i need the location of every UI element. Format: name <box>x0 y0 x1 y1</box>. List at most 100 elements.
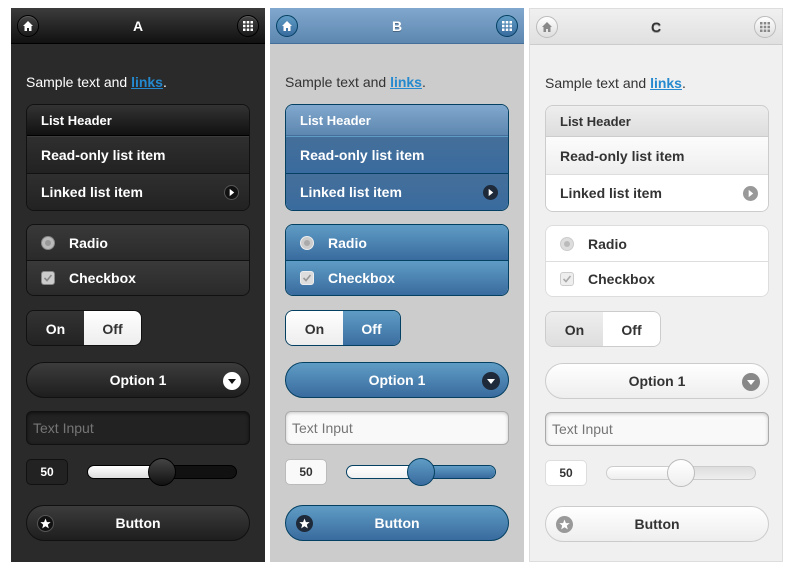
button-label: Button <box>115 515 161 531</box>
sample-suffix: . <box>681 75 686 91</box>
flip-on-option[interactable]: On <box>546 312 603 346</box>
grid-button[interactable] <box>496 15 518 37</box>
header-bar: B <box>270 8 524 44</box>
flip-off-option[interactable]: Off <box>84 311 141 345</box>
sample-paragraph: Sample text and links. <box>26 74 167 90</box>
sample-suffix: . <box>162 74 167 90</box>
list-item-readonly: Read-only list item <box>27 136 249 173</box>
flip-toggle-switch[interactable]: On Off <box>545 311 661 347</box>
star-button[interactable]: Button <box>26 505 250 541</box>
checkbox-label: Checkbox <box>328 270 395 286</box>
star-icon <box>37 515 54 532</box>
list-item-linked[interactable]: Linked list item <box>286 173 508 210</box>
list-header: List Header <box>27 105 249 136</box>
header-bar: A <box>11 8 265 44</box>
list-item-readonly: Read-only list item <box>546 137 768 174</box>
star-icon <box>556 516 573 533</box>
list-header: List Header <box>286 105 508 136</box>
arrow-down-icon <box>223 372 241 390</box>
home-icon <box>282 21 292 31</box>
home-button[interactable] <box>17 15 39 37</box>
page-title: B <box>391 17 403 34</box>
control-group: Radio Checkbox <box>545 225 769 297</box>
list-header: List Header <box>546 106 768 137</box>
list-item-label: Read-only list item <box>300 147 425 163</box>
page-title: C <box>650 18 662 35</box>
list-item-label: Linked list item <box>41 184 143 200</box>
select-menu[interactable]: Option 1 <box>545 363 769 399</box>
sample-text: Sample text and <box>285 74 391 90</box>
home-button[interactable] <box>276 15 298 37</box>
select-menu[interactable]: Option 1 <box>26 362 250 398</box>
list-view: List Header Read-only list item Linked l… <box>26 104 250 211</box>
list-item-readonly: Read-only list item <box>286 136 508 173</box>
checkbox-icon <box>300 271 314 285</box>
list-item-label: Linked list item <box>300 184 402 200</box>
checkbox-label: Checkbox <box>588 271 655 287</box>
checkbox-option[interactable]: Checkbox <box>546 261 768 296</box>
home-icon <box>542 22 552 32</box>
theme-b-panel: B Sample text and links. List Header Rea… <box>270 8 524 562</box>
sample-paragraph: Sample text and links. <box>285 74 426 90</box>
slider-handle[interactable] <box>667 459 695 487</box>
radio-option[interactable]: Radio <box>27 225 249 260</box>
flip-off-option[interactable]: Off <box>603 312 660 346</box>
grid-icon <box>243 21 253 31</box>
arrow-down-icon <box>742 373 760 391</box>
radio-label: Radio <box>69 234 108 251</box>
list-item-linked[interactable]: Linked list item <box>27 173 249 210</box>
sample-paragraph: Sample text and links. <box>545 75 686 91</box>
star-button[interactable]: Button <box>285 505 509 541</box>
page-title: A <box>132 17 144 34</box>
home-button[interactable] <box>536 16 558 38</box>
arrow-down-icon <box>482 372 500 390</box>
text-input[interactable] <box>285 411 509 445</box>
star-button[interactable]: Button <box>545 506 769 542</box>
flip-toggle-switch[interactable]: On Off <box>26 310 142 346</box>
theme-c-panel: C Sample text and links. List Header Rea… <box>529 8 783 562</box>
arrow-right-icon <box>743 186 758 201</box>
checkbox-option[interactable]: Checkbox <box>286 260 508 295</box>
sample-text: Sample text and <box>26 74 132 90</box>
control-group: Radio Checkbox <box>285 224 509 296</box>
sample-text: Sample text and <box>545 75 651 91</box>
select-value: Option 1 <box>628 373 686 389</box>
checkbox-icon <box>41 271 55 285</box>
grid-icon <box>502 21 512 31</box>
checkbox-icon <box>560 272 574 286</box>
select-value: Option 1 <box>368 372 426 388</box>
checkbox-label: Checkbox <box>69 270 136 286</box>
list-item-label: Read-only list item <box>41 147 166 163</box>
list-item-linked[interactable]: Linked list item <box>546 174 768 211</box>
select-menu[interactable]: Option 1 <box>285 362 509 398</box>
grid-button[interactable] <box>237 15 259 37</box>
checkbox-option[interactable]: Checkbox <box>27 260 249 295</box>
button-label: Button <box>634 516 680 532</box>
slider-handle[interactable] <box>148 458 176 486</box>
radio-label: Radio <box>328 234 367 251</box>
text-input[interactable] <box>545 412 769 446</box>
list-view: List Header Read-only list item Linked l… <box>285 104 509 211</box>
slider-value-input[interactable]: 50 <box>285 459 327 485</box>
grid-icon <box>760 22 770 32</box>
slider-value-input[interactable]: 50 <box>545 460 587 486</box>
flip-on-option[interactable]: On <box>27 311 84 345</box>
control-group: Radio Checkbox <box>26 224 250 296</box>
flip-on-option[interactable]: On <box>286 311 343 345</box>
slider-handle[interactable] <box>407 458 435 486</box>
sample-link[interactable]: links <box>131 74 163 90</box>
radio-option[interactable]: Radio <box>286 225 508 260</box>
sample-suffix: . <box>421 74 426 90</box>
select-value: Option 1 <box>109 372 167 388</box>
radio-option[interactable]: Radio <box>546 226 768 261</box>
sample-link[interactable]: links <box>390 74 422 90</box>
sample-link[interactable]: links <box>650 75 682 91</box>
flip-toggle-switch[interactable]: On Off <box>285 310 401 346</box>
list-item-label: Linked list item <box>560 185 662 201</box>
arrow-right-icon <box>224 185 239 200</box>
text-input[interactable] <box>26 411 250 445</box>
radio-icon <box>300 235 314 250</box>
grid-button[interactable] <box>754 16 776 38</box>
flip-off-option[interactable]: Off <box>343 311 400 345</box>
slider-value-input[interactable]: 50 <box>26 459 68 485</box>
